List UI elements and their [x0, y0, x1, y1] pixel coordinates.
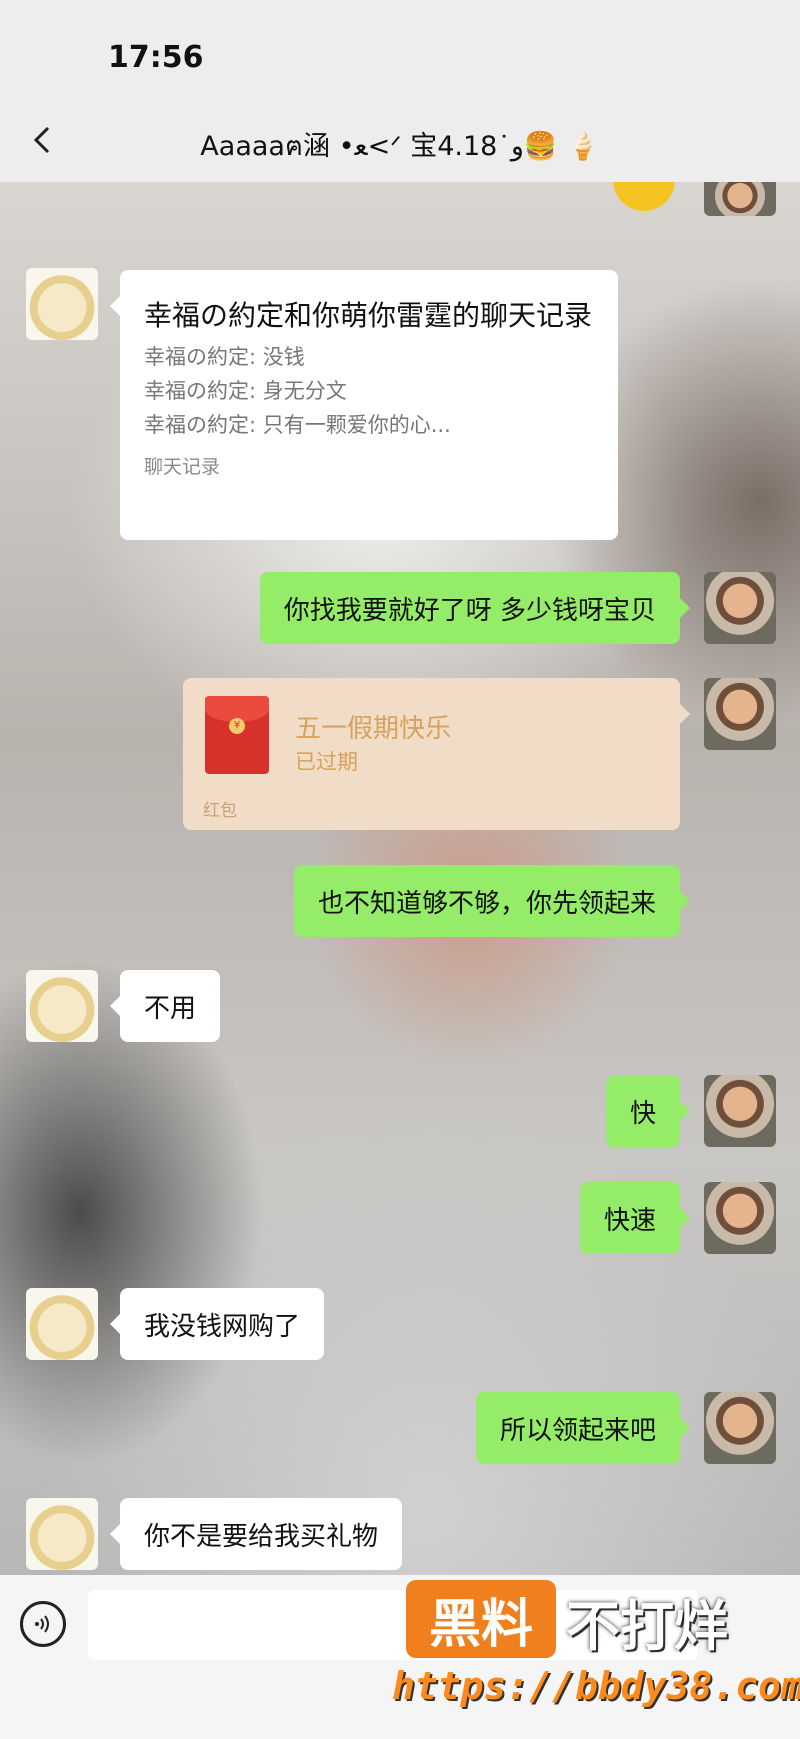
message-bubble-sent[interactable]: 快速 [579, 1182, 691, 1254]
chat-record-line: 幸福の約定: 没钱 [144, 345, 305, 369]
emoji-sticker [612, 180, 676, 220]
chat-record-line: 幸福の約定: 只有一颗爱你的心... [144, 413, 451, 437]
voice-icon[interactable] [20, 1601, 66, 1647]
her-avatar[interactable] [26, 1498, 98, 1570]
chat-record-line: 幸福の約定: 身无分文 [144, 379, 347, 403]
watermark-text: 不打烊 [566, 1595, 728, 1658]
watermark-badge: 黑料 [406, 1580, 556, 1658]
her-avatar[interactable] [26, 970, 98, 1042]
message-bubble-received[interactable]: 不用 [109, 970, 221, 1042]
message-bubble-sent[interactable]: 你找我要就好了呀 多少钱呀宝贝 [259, 572, 691, 644]
message-bubble-received[interactable]: 我没钱网购了 [109, 1288, 325, 1360]
coin-icon: ¥ [229, 718, 245, 734]
message-bubble-sent[interactable]: 所以领起来吧 [475, 1392, 691, 1464]
my-avatar[interactable] [704, 1182, 776, 1254]
chat-record-footer: 聊天记录 [144, 456, 221, 478]
my-avatar[interactable] [704, 1075, 776, 1147]
message-bubble-sent[interactable]: 快 [605, 1075, 691, 1147]
message-bubble-sent[interactable]: 也不知道够不够，你先领起来 [293, 865, 691, 937]
status-time: 17:56 [108, 40, 204, 75]
my-avatar[interactable] [704, 182, 776, 216]
chat-title: Aaaaaฅ涵 •ﻌ<ᐟ 宝ﻭ˙4.18🍔 🍦 [200, 131, 600, 162]
chat-record-title: 幸福の約定和你萌你雷霆的聊天记录 [144, 299, 593, 332]
her-avatar[interactable] [26, 1288, 98, 1360]
chat-record-card[interactable]: 幸福の約定和你萌你雷霆的聊天记录 幸福の約定: 没钱 幸福の約定: 身无分文 幸… [110, 270, 618, 540]
red-packet-status: 已过期 [295, 750, 358, 774]
back-chevron-icon[interactable] [26, 122, 62, 158]
her-avatar[interactable] [26, 268, 98, 340]
my-avatar[interactable] [704, 678, 776, 750]
message-bubble-received[interactable]: 你不是要给我买礼物 [109, 1498, 403, 1570]
red-packet-card[interactable]: ¥ 五一假期快乐 已过期 红包 [183, 678, 690, 830]
red-packet-footer: 红包 [203, 801, 237, 821]
red-packet-title: 五一假期快乐 [295, 714, 452, 744]
my-avatar[interactable] [704, 572, 776, 644]
my-avatar[interactable] [704, 1392, 776, 1464]
red-packet-icon: ¥ [205, 696, 269, 774]
top-bar: 17:56 Aaaaaฅ涵 •ﻌ<ᐟ 宝ﻭ˙4.18🍔 🍦 [0, 0, 800, 182]
watermark-url: https://bbdy38.com [392, 1664, 800, 1708]
